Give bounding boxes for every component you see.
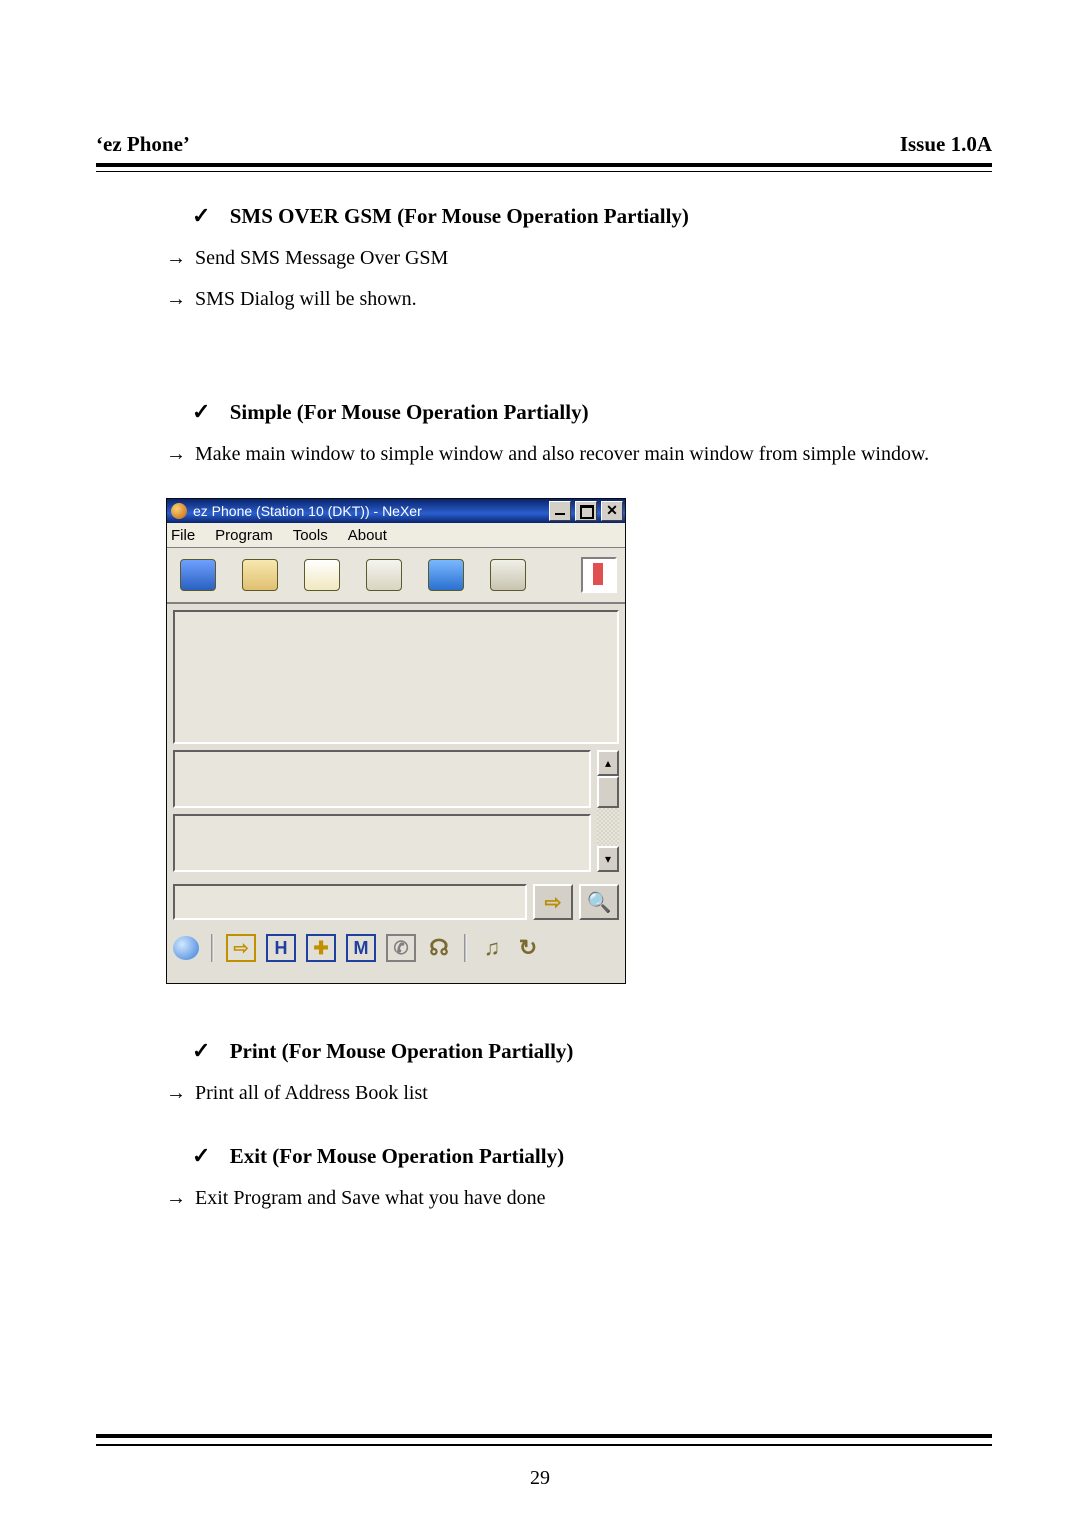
- phone-icon[interactable]: ✆: [386, 934, 416, 962]
- toolbar-home-button[interactable]: [423, 556, 469, 594]
- titlebar: ez Phone (Station 10 (DKT)) - NeXer: [167, 499, 625, 523]
- check-icon: ✓: [166, 399, 210, 424]
- ezphone-window: ez Phone (Station 10 (DKT)) - NeXer File…: [166, 498, 626, 984]
- scroll-up-icon[interactable]: ▴: [597, 750, 619, 776]
- search-button[interactable]: 🔍: [579, 884, 619, 920]
- arrow-right-icon[interactable]: ⇨: [226, 934, 256, 962]
- minimize-button[interactable]: [549, 501, 571, 521]
- toolbar-print-button[interactable]: [485, 556, 531, 594]
- sms-line-2-text: SMS Dialog will be shown.: [195, 288, 417, 310]
- simple-title: Simple (For Mouse Operation Partially): [230, 400, 589, 424]
- bell-icon[interactable]: ♫: [479, 936, 505, 960]
- window-title: ez Phone (Station 10 (DKT)) - NeXer: [193, 503, 422, 519]
- arrow-icon: →: [166, 1187, 186, 1209]
- separator: [211, 934, 214, 962]
- menu-tools[interactable]: Tools: [293, 527, 328, 544]
- print-icon: [490, 559, 526, 591]
- menu-file[interactable]: File: [171, 527, 195, 544]
- exit-line-1: → Exit Program and Save what you have do…: [166, 1183, 992, 1214]
- exit-line-1-text: Exit Program and Save what you have done: [195, 1187, 545, 1209]
- print-title-line: ✓ Print (For Mouse Operation Partially): [166, 1034, 992, 1068]
- list-area: ▴ ▾: [173, 750, 619, 878]
- memo-icon[interactable]: M: [346, 934, 376, 962]
- list-row-1[interactable]: [173, 750, 591, 808]
- page-number: 29: [0, 1467, 1080, 1490]
- arrow-icon: →: [166, 288, 186, 310]
- simple-line-1: → Make main window to simple window and …: [166, 439, 992, 470]
- simple-title-line: ✓ Simple (For Mouse Operation Partially): [166, 395, 992, 429]
- loop-icon[interactable]: ↻: [515, 936, 541, 960]
- sms-title-line: ✓ SMS OVER GSM (For Mouse Operation Part…: [166, 199, 992, 233]
- hold-icon[interactable]: H: [266, 934, 296, 962]
- toolbar-record-button[interactable]: [581, 557, 617, 593]
- menu-about[interactable]: About: [348, 527, 387, 544]
- bottom-toolbar: ⇨ H ✚ M ✆ ☊ ♫ ↻: [173, 930, 619, 966]
- arrow-icon: →: [166, 247, 186, 269]
- toolbar-send-button[interactable]: [361, 556, 407, 594]
- page-header: ‘ez Phone’ Issue 1.0A: [96, 132, 992, 167]
- toolbar-document-button[interactable]: [237, 556, 283, 594]
- print-line-1-text: Print all of Address Book list: [195, 1082, 428, 1104]
- scroll-down-icon[interactable]: ▾: [597, 846, 619, 872]
- menu-program[interactable]: Program: [215, 527, 273, 544]
- mail-icon: [304, 559, 340, 591]
- print-title: Print (For Mouse Operation Partially): [230, 1039, 574, 1063]
- exit-title-line: ✓ Exit (For Mouse Operation Partially): [166, 1139, 992, 1173]
- home-icon: [428, 559, 464, 591]
- arrow-icon: →: [166, 1082, 186, 1104]
- list-scrollbar[interactable]: ▴ ▾: [597, 750, 619, 872]
- app-icon: [171, 503, 187, 519]
- print-line-1: → Print all of Address Book list: [166, 1078, 992, 1109]
- monitor-icon: [180, 559, 216, 591]
- globe-icon[interactable]: [173, 936, 199, 960]
- sms-title: SMS OVER GSM (For Mouse Operation Partia…: [230, 204, 689, 228]
- check-icon: ✓: [166, 203, 210, 228]
- exit-title: Exit (For Mouse Operation Partially): [230, 1144, 564, 1168]
- close-button[interactable]: [601, 501, 623, 521]
- sms-line-2: → SMS Dialog will be shown.: [166, 284, 992, 315]
- sms-line-1: → Send SMS Message Over GSM: [166, 243, 992, 274]
- main-toolbar: [167, 548, 625, 604]
- header-left: ‘ez Phone’: [96, 132, 190, 157]
- page-content: ✓ SMS OVER GSM (For Mouse Operation Part…: [96, 199, 992, 1214]
- list-row-2[interactable]: [173, 814, 591, 872]
- separator: [464, 934, 467, 962]
- upper-panel: [173, 610, 619, 744]
- toolbar-monitor-button[interactable]: [175, 556, 221, 594]
- menubar: File Program Tools About: [167, 523, 625, 548]
- input-bar: ⇨ 🔍: [173, 884, 619, 920]
- sms-line-1-text: Send SMS Message Over GSM: [195, 247, 448, 269]
- check-icon: ✓: [166, 1143, 210, 1168]
- arrow-icon: →: [166, 443, 186, 465]
- footer-rule: [96, 1434, 992, 1438]
- check-icon: ✓: [166, 1038, 210, 1063]
- simple-line-1-text: Make main window to simple window and al…: [195, 443, 929, 465]
- send-icon: [366, 559, 402, 591]
- maximize-button[interactable]: [575, 501, 597, 521]
- headset-icon[interactable]: ☊: [426, 936, 452, 960]
- scroll-thumb[interactable]: [597, 776, 619, 808]
- header-right: Issue 1.0A: [900, 132, 992, 157]
- scroll-track[interactable]: [597, 776, 619, 846]
- go-button[interactable]: ⇨: [533, 884, 573, 920]
- toolbar-mail-button[interactable]: [299, 556, 345, 594]
- document-icon: [242, 559, 278, 591]
- transfer-icon[interactable]: ✚: [306, 934, 336, 962]
- dial-input[interactable]: [173, 884, 527, 920]
